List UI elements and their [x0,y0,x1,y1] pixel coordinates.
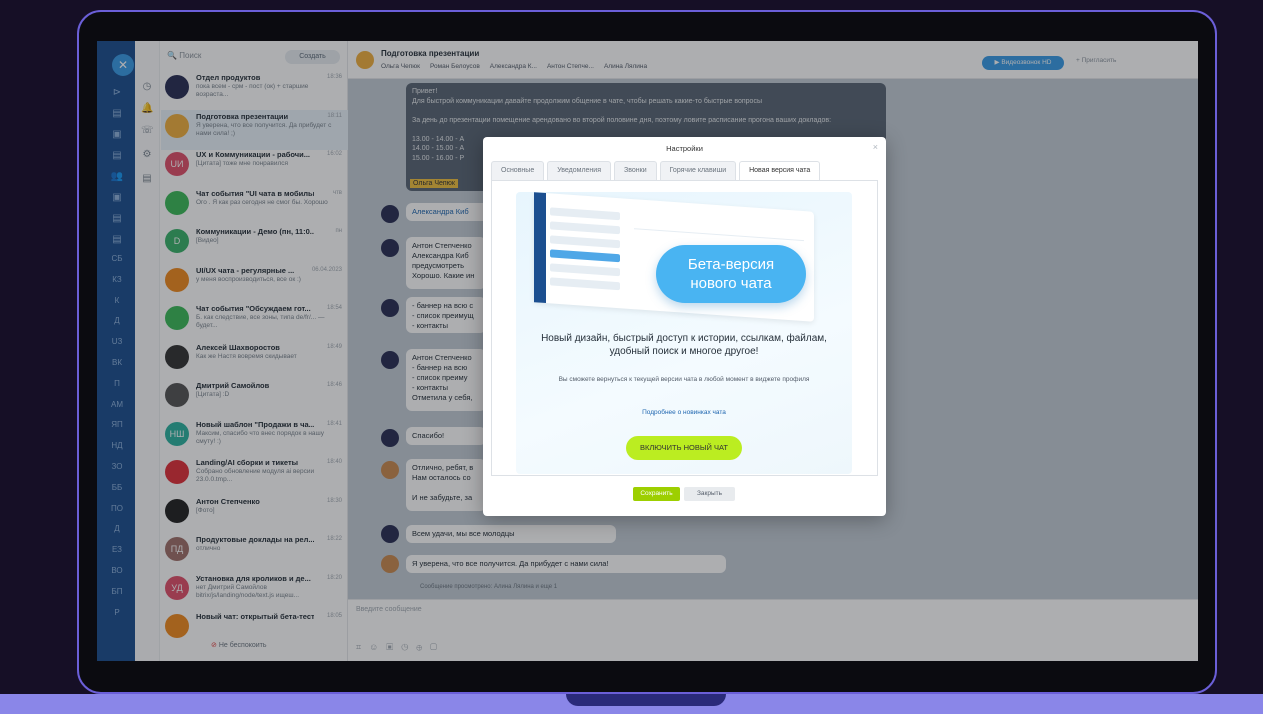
tab-panel: Бета-версия нового чата Новый дизайн, бы… [491,180,878,476]
modal-title: Настройки [666,144,703,153]
beta-line1: Бета-версия [687,256,775,273]
promo-headline: Новый дизайн, быстрый доступ к истории, … [541,333,827,357]
tab-3[interactable]: Горячие клавиши [659,161,737,180]
promo-subtext: Вы сможете вернуться к текущей версии ча… [558,376,810,383]
close-button[interactable]: Закрыть [684,487,735,501]
tab-1[interactable]: Уведомления [547,161,611,180]
app-screen: ✕ ⊳ ▤ ▣ ▤ 👥 ▣ ▤ ▤ СБ КЗ К Д UЗ ВК П АМ ЯП НД ЗО ББ ПО Д ЕЗ ВО БП… [97,41,1198,661]
beta-line2: нового чата [690,275,772,292]
enable-new-chat-button[interactable]: ВКЛЮЧИТЬ НОВЫЙ ЧАТ [626,436,742,460]
save-button[interactable]: Сохранить [633,487,680,501]
beta-promo: Бета-версия нового чата Новый дизайн, бы… [516,192,852,474]
beta-badge: Бета-версия нового чата [656,245,806,303]
settings-tabs: Основные Уведомления Звонки Горячие клавиши… [491,161,823,181]
learn-more-link[interactable]: Подробнее о новинках чата [516,409,852,416]
close-icon[interactable]: × [873,142,878,152]
settings-modal: Настройки × Основные Уведомления Звонки Гор… [483,137,886,516]
tab-4[interactable]: Новая версия чата [739,161,821,181]
tab-2[interactable]: Звонки [614,161,657,180]
tab-0[interactable]: Основные [491,161,545,180]
laptop-notch [566,694,726,706]
